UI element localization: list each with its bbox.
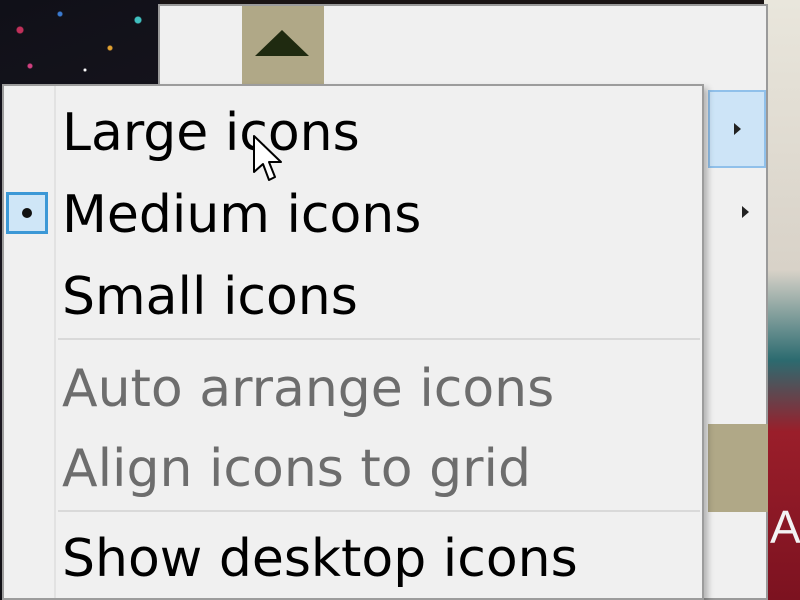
menu-item-auto-arrange-icons[interactable]: Auto arrange icons bbox=[4, 348, 702, 430]
view-context-menu: Large icons Medium icons Small icons Aut… bbox=[2, 84, 704, 600]
radio-dot bbox=[22, 208, 32, 218]
menu-item-label: Align icons to grid bbox=[62, 439, 531, 499]
menu-separator bbox=[58, 338, 700, 340]
menu-item-large-icons[interactable]: Large icons bbox=[4, 92, 702, 174]
chevron-right-icon bbox=[734, 123, 741, 135]
menu-item-show-desktop-icons[interactable]: Show desktop icons bbox=[4, 518, 702, 600]
menu-separator bbox=[58, 510, 700, 512]
menu-item-label: Auto arrange icons bbox=[62, 359, 555, 419]
menu-item-align-icons-to-grid[interactable]: Align icons to grid bbox=[4, 428, 702, 510]
triangle-up-icon bbox=[255, 30, 309, 56]
highlighted-menu-row[interactable] bbox=[708, 90, 766, 168]
menu-item-small-icons[interactable]: Small icons bbox=[4, 256, 702, 338]
menu-item-label: Show desktop icons bbox=[62, 529, 578, 589]
menu-item-label: Small icons bbox=[62, 267, 358, 327]
menu-item-medium-icons[interactable]: Medium icons bbox=[4, 174, 702, 256]
radio-dot-icon bbox=[6, 192, 48, 234]
wallpaper-text-fragment: AN bbox=[770, 501, 800, 553]
scroll-up-button[interactable] bbox=[242, 6, 324, 86]
menu-item-label: Medium icons bbox=[62, 185, 422, 245]
menu-item-label: Large icons bbox=[62, 103, 360, 163]
scroll-thumb[interactable] bbox=[708, 424, 768, 512]
chevron-right-icon bbox=[742, 206, 749, 218]
arrow-pointer-icon bbox=[253, 135, 282, 181]
